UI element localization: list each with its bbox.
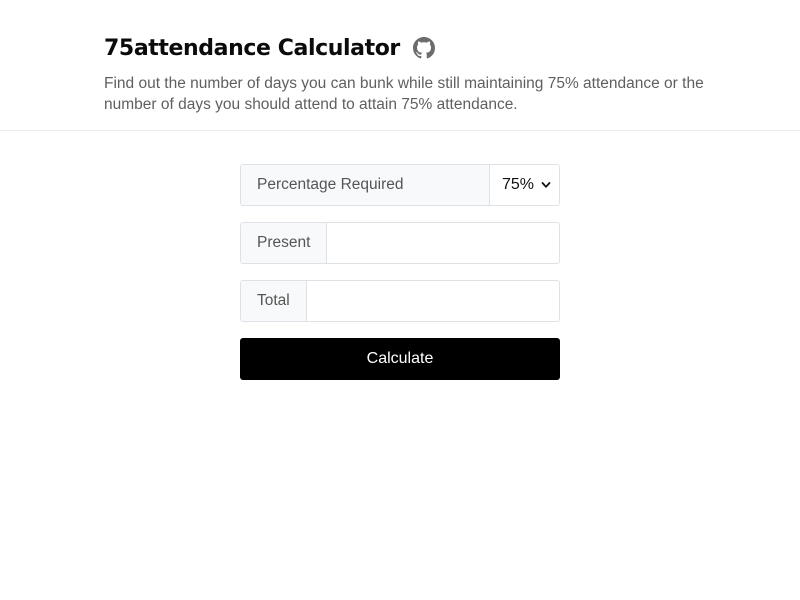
present-input[interactable] [327, 223, 559, 263]
percentage-selected-value: 75% [501, 176, 534, 193]
calculate-button[interactable]: Calculate [240, 338, 560, 380]
chevron-down-icon [541, 182, 551, 188]
total-group: Total [240, 280, 560, 322]
present-group: Present [240, 222, 560, 264]
title-row: 75attendance Calculator [104, 33, 435, 63]
total-input[interactable] [306, 281, 559, 321]
calculator-form: Percentage Required 75% Present Total Ca… [240, 164, 560, 380]
github-icon-svg [412, 37, 435, 59]
page-header: 75attendance Calculator Find out the num… [0, 0, 800, 131]
github-icon[interactable] [412, 37, 435, 59]
present-label: Present [241, 223, 328, 263]
percentage-group: Percentage Required 75% [240, 164, 560, 206]
percentage-select[interactable]: 75% [489, 165, 559, 205]
total-label: Total [241, 281, 307, 321]
page-description: Find out the number of days you can bunk… [104, 75, 704, 113]
percentage-label: Percentage Required [241, 165, 490, 205]
page-title: 75attendance Calculator [104, 35, 400, 61]
